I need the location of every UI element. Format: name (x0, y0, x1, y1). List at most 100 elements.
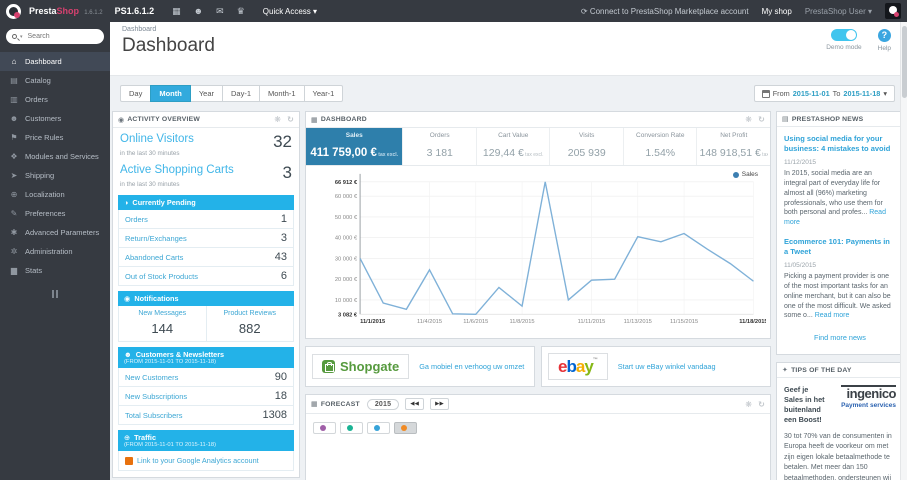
forecast-legend (306, 414, 770, 442)
ebay-ad[interactable]: ebay™ Start uw eBay winkel vandaag (541, 346, 771, 387)
sidebar-item-advanced-parameters[interactable]: ✱ Advanced Parameters (0, 223, 110, 242)
forecast-legend-average-cart-value[interactable] (367, 422, 390, 434)
pending-row-return-exchanges[interactable]: Return/Exchanges 3 (119, 228, 293, 247)
search-input[interactable] (25, 32, 88, 41)
trophy-icon[interactable]: ♛ (237, 6, 245, 17)
gear-icon[interactable]: ❋ (274, 115, 281, 124)
sidebar-item-catalog[interactable]: ▤ Catalog (0, 71, 110, 90)
forecast-year[interactable]: 2015 (366, 398, 400, 410)
sidebar-item-label: Modules and Services (25, 152, 99, 161)
messages-icon[interactable]: ✉ (216, 6, 224, 17)
forecast-legend-sales[interactable] (394, 422, 417, 434)
dashboard-panel-header: ▦ DASHBOARD ❋ ↻ (306, 112, 770, 128)
customers-row-total-subscribers[interactable]: Total Subscribers 1308 (119, 405, 293, 424)
news-article-title[interactable]: Using social media for your business: 4 … (784, 134, 896, 154)
notification-new-messages[interactable]: New Messages 144 (119, 306, 206, 341)
kpi-label: Visits (579, 132, 595, 139)
my-shop-link[interactable]: My shop (762, 7, 792, 16)
online-visitors-link[interactable]: Online Visitors (120, 133, 194, 145)
forecast-next-button[interactable]: ▶▶ (430, 398, 449, 410)
range-button-year-1[interactable]: Year-1 (303, 85, 344, 102)
scrollbar-thumb[interactable] (902, 26, 907, 98)
notification-label: New Messages (138, 310, 187, 317)
kpi-sub-label: tax excl. (376, 152, 399, 158)
gear-icon[interactable]: ❋ (745, 115, 752, 124)
sidebar-item-localization[interactable]: ⊕ Localization (0, 185, 110, 204)
range-button-day-1[interactable]: Day-1 (222, 85, 261, 102)
help-icon[interactable]: ? (877, 29, 891, 42)
svg-text:50 000 €: 50 000 € (335, 215, 358, 221)
connect-marketplace-link[interactable]: ⟳ Connect to PrestaShop Marketplace acco… (581, 7, 749, 16)
sidebar-search[interactable]: ▾ (6, 29, 104, 44)
pending-row-abandoned-carts[interactable]: Abandoned Carts 43 (119, 247, 293, 266)
row-value: 18 (274, 390, 287, 402)
forecast-legend-conversion[interactable] (340, 422, 363, 434)
customers-row-new-subscriptions[interactable]: New Subscriptions 18 (119, 386, 293, 405)
range-button-day[interactable]: Day (120, 85, 152, 102)
range-button-year[interactable]: Year (189, 85, 223, 102)
customers-row-new-customers[interactable]: New Customers 90 (119, 368, 293, 386)
find-more-news-link[interactable]: Find more news (777, 323, 903, 354)
user-menu[interactable]: PrestaShop User ▾ (805, 7, 872, 16)
search-scope-caret-icon[interactable]: ▾ (20, 34, 23, 40)
news-article-title[interactable]: Ecommerce 101: Payments in a Tweet (784, 237, 896, 257)
ebay-link[interactable]: Start uw eBay winkel vandaag (618, 362, 716, 371)
refresh-icon[interactable]: ↻ (287, 115, 294, 124)
sidebar-item-modules-and-services[interactable]: ❖ Modules and Services (0, 147, 110, 166)
kpi-orders[interactable]: Orders 3 181 (403, 128, 477, 165)
chart-legend[interactable]: Sales (732, 171, 758, 178)
kpi-net-profit[interactable]: Net Profit 148 918,51 € tax excl. (697, 128, 770, 165)
active-carts-link[interactable]: Active Shopping Carts (120, 164, 234, 176)
sidebar-item-orders[interactable]: ▥ Orders (0, 90, 110, 109)
pending-row-out-of-stock-products[interactable]: Out of Stock Products 6 (119, 266, 293, 285)
shopgate-link[interactable]: Ga mobiel en verhoog uw omzet (419, 362, 524, 371)
shopgate-ad[interactable]: Shopgate Ga mobiel en verhoog uw omzet (305, 346, 535, 387)
activity-panel-header: ◉ ACTIVITY OVERVIEW ❋ ↻ (113, 112, 299, 128)
sidebar-item-dashboard[interactable]: ⌂ Dashboard (0, 52, 110, 71)
read-more-link[interactable]: Read more (784, 209, 886, 226)
news-article-excerpt: Picking a payment provider is one of the… (784, 273, 891, 320)
read-more-link[interactable]: Read more (815, 312, 850, 319)
tags-icon: ⚑ (10, 133, 18, 142)
demo-mode-toggle[interactable] (830, 29, 857, 41)
scrollbar[interactable] (900, 22, 907, 480)
sidebar-item-price-rules[interactable]: ⚑ Price Rules (0, 128, 110, 147)
date-range-button[interactable]: From 2015-11-01 To 2015-11-18 ▾ (753, 85, 895, 102)
kpi-sales[interactable]: Sales 411 759,00 € tax excl. (306, 128, 404, 165)
forecast-legend-traffic[interactable] (313, 422, 336, 434)
user-avatar[interactable] (885, 3, 901, 19)
google-analytics-icon (125, 456, 133, 465)
sidebar-item-customers[interactable]: ☻ Customers (0, 109, 110, 128)
refresh-icon[interactable]: ↻ (758, 400, 765, 409)
person-icon: ☻ (124, 350, 132, 359)
notification-product-reviews[interactable]: Product Reviews 882 (205, 306, 294, 341)
sidebar-item-shipping[interactable]: ➤ Shipping (0, 166, 110, 185)
sidebar-collapse-button[interactable] (49, 290, 61, 298)
range-button-month[interactable]: Month (150, 85, 191, 102)
customers-icon[interactable]: ☻ (194, 6, 203, 17)
kpi-conversion-rate[interactable]: Conversion Rate 1.54% (624, 128, 698, 165)
sidebar-item-stats[interactable]: ▆ Stats (0, 261, 110, 280)
forecast-prev-button[interactable]: ◀◀ (405, 398, 425, 410)
kpi-visits[interactable]: Visits 205 939 (550, 128, 624, 165)
right-column: ▤ PRESTASHOP NEWS Using social media for… (776, 111, 904, 480)
forecast-panel: ▦ FORECAST 2015 ◀◀ ▶▶ ❋ ↻ (305, 394, 771, 480)
sidebar-item-label: Catalog (25, 76, 51, 85)
topbar-icons: ▦ ☻ ✉ ♛ (172, 6, 245, 17)
sales-chart-container: Sales 3 082 € 10 000 € 20 000 € 30 000 € 40 … (306, 166, 770, 338)
refresh-icon[interactable]: ↻ (758, 115, 765, 124)
svg-text:3 082 €: 3 082 € (338, 312, 358, 318)
pending-row-orders[interactable]: Orders 1 (119, 210, 293, 228)
breadcrumb[interactable]: Dashboard (122, 26, 895, 33)
chart-icon: ▆ (10, 266, 18, 275)
range-button-month-1[interactable]: Month-1 (259, 85, 305, 102)
quick-access-menu[interactable]: Quick Access ▾ (263, 7, 317, 16)
sidebar-item-administration[interactable]: ✲ Administration (0, 242, 110, 261)
kpi-cart-value[interactable]: Cart Value 129,44 € tax excl. (477, 128, 551, 165)
google-analytics-link[interactable]: Link to your Google Analytics account (118, 451, 294, 471)
svg-text:11/6/2015: 11/6/2015 (463, 319, 488, 325)
sidebar-item-preferences[interactable]: ✎ Preferences (0, 204, 110, 223)
cart-icon[interactable]: ▦ (172, 6, 181, 17)
gear-icon[interactable]: ❋ (745, 400, 752, 409)
sidebar-item-label: Dashboard (25, 57, 62, 66)
